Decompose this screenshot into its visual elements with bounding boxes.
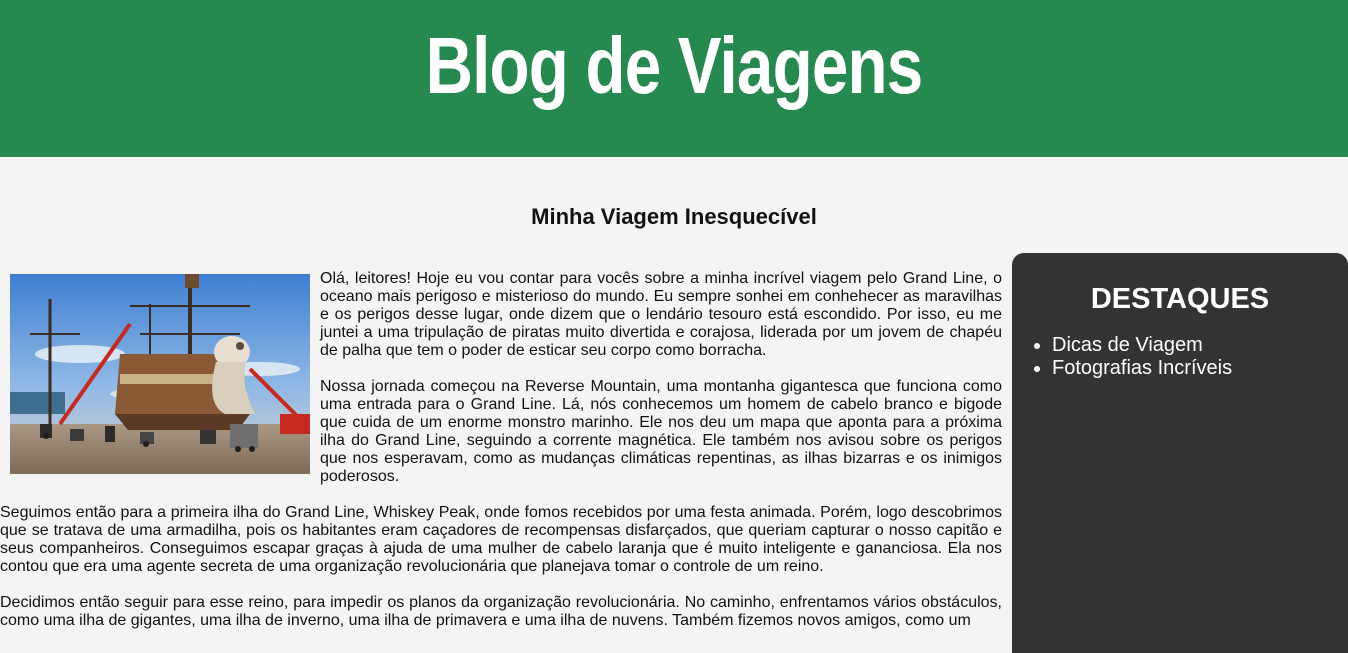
post-title: Minha Viagem Inesquecível [531,204,817,229]
highlight-item-travel-tips[interactable]: Dicas de Viagem [1052,334,1348,357]
highlights-list: Dicas de Viagem Fotografias Incríveis [1012,334,1348,380]
pirate-ship-photo [10,274,310,474]
highlight-item-photos[interactable]: Fotografias Incríveis [1052,357,1348,380]
sidebar-title: DESTAQUES [1090,283,1270,315]
site-title: Blog de Viagens [425,21,924,110]
article-paragraph: Seguimos então para a primeira ilha do G… [0,504,1002,575]
site-header: Blog de Viagens [0,0,1348,157]
highlights-sidebar: DESTAQUES Dicas de Viagem Fotografias In… [1012,253,1348,653]
article-body: Olá, leitores! Hoje eu vou contar para v… [0,270,1002,648]
article-paragraph: Decidimos então seguir para esse reino, … [0,594,1002,629]
